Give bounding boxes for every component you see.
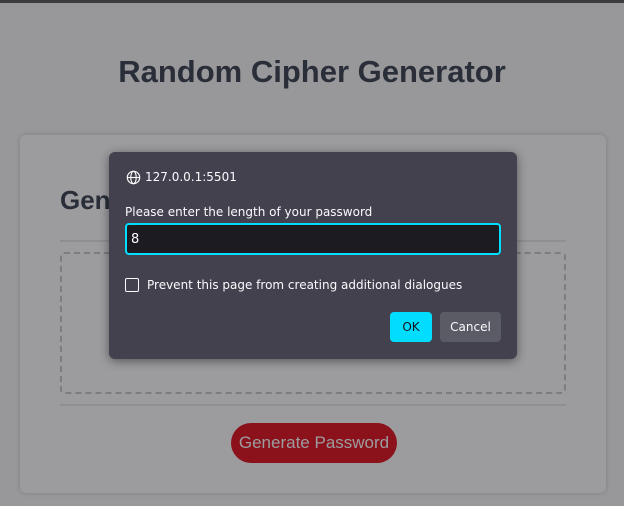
- cancel-button[interactable]: Cancel: [440, 312, 501, 342]
- dialog-origin: 127.0.0.1:5501: [126, 169, 237, 185]
- prevent-dialogues-label[interactable]: Prevent this page from creating addition…: [147, 278, 462, 292]
- prevent-dialogues-checkbox[interactable]: [125, 278, 139, 292]
- password-length-input[interactable]: [125, 223, 501, 255]
- globe-icon: [126, 170, 141, 185]
- ok-button[interactable]: OK: [390, 312, 432, 342]
- prevent-dialogues-option[interactable]: Prevent this page from creating addition…: [125, 278, 462, 292]
- prompt-dialog: 127.0.0.1:5501 Please enter the length o…: [109, 152, 517, 359]
- dialog-origin-text: 127.0.0.1:5501: [145, 170, 237, 184]
- dialog-message: Please enter the length of your password: [125, 205, 373, 219]
